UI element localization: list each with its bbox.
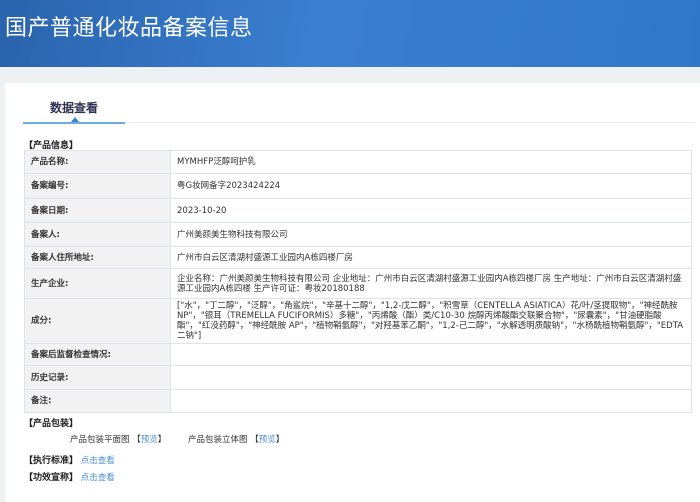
table-row: 产品名称: MYMHFP泛醇呵护乳 <box>24 150 692 174</box>
packaging-flat: 产品包装平面图 【预览】 <box>70 435 167 445</box>
row-value: 广州美颜美生物科技有限公司 <box>170 222 692 247</box>
table-row: 生产企业: 企业名称：广州美颜美生物科技有限公司 企业地址：广州市白云区清湖村盛源… <box>24 268 692 299</box>
row-value: MYMHFP泛醇呵护乳 <box>170 150 692 174</box>
row-value <box>170 365 692 390</box>
table-row: 备案后监督检查情况: <box>24 343 692 366</box>
row-value: ["水"，"丁二醇"，"泛醇"，"角鲨烷"，"辛基十二醇"，"1,2-戊二醇"，… <box>170 298 692 344</box>
standard-heading: 【执行标准】 <box>24 456 79 466</box>
packaging-solid-label: 产品包装立体图 <box>188 435 248 445</box>
packaging-solid: 产品包装立体图 【预览】 <box>188 435 285 445</box>
page-title: 国产普通化妆品备案信息 <box>5 16 253 41</box>
row-label: 成分: <box>24 298 171 344</box>
tab-data-view[interactable]: 数据查看 <box>50 99 98 116</box>
packaging-flat-label: 产品包装平面图 <box>70 435 130 445</box>
row-label: 备案编号: <box>24 173 171 199</box>
row-value <box>170 389 692 413</box>
standard-view-link[interactable]: 点击查看 <box>81 456 115 466</box>
product-info-table: 产品名称: MYMHFP泛醇呵护乳 备案编号: 粤G妆网备字2023424224 备案日… <box>24 150 692 413</box>
claims-heading: 【功效宣称】 <box>24 473 79 483</box>
table-row: 历史记录: <box>24 365 692 390</box>
row-label: 备案人住所地址: <box>24 246 171 269</box>
row-label: 产品名称: <box>24 150 171 174</box>
tab-divider <box>125 122 695 123</box>
row-value: 粤G妆网备字2023424224 <box>170 173 692 199</box>
content-panel: 数据查看 【产品信息】 产品名称: MYMHFP泛醇呵护乳 备案编号: 粤G妆网备字2… <box>5 83 700 502</box>
table-row: 备案日期: 2023-10-20 <box>24 198 692 223</box>
packaging-heading: 【产品包装】 <box>24 419 79 429</box>
table-row: 成分: ["水"，"丁二醇"，"泛醇"，"角鲨烷"，"辛基十二醇"，"1,2-戊二… <box>24 298 692 344</box>
table-row: 备案编号: 粤G妆网备字2023424224 <box>24 173 692 199</box>
row-value: 广州市白云区清湖村盛源工业园内A栋四楼厂房 <box>170 246 692 269</box>
row-label: 备注: <box>24 389 171 413</box>
page-header: 国产普通化妆品备案信息 <box>0 0 700 67</box>
tab-caret-icon <box>71 117 79 122</box>
table-row: 备案人住所地址: 广州市白云区清湖村盛源工业园内A栋四楼厂房 <box>24 246 692 269</box>
claims-view-link[interactable]: 点击查看 <box>81 473 115 483</box>
row-label: 备案人: <box>24 222 171 247</box>
row-value: 2023-10-20 <box>170 198 692 223</box>
row-label: 备案后监督检查情况: <box>24 343 171 366</box>
row-label: 历史记录: <box>24 365 171 390</box>
row-value <box>170 343 692 366</box>
row-label: 生产企业: <box>24 268 171 299</box>
table-row: 备案人: 广州美颜美生物科技有限公司 <box>24 222 692 247</box>
row-value: 企业名称：广州美颜美生物科技有限公司 企业地址：广州市白云区清湖村盛源工业园内A… <box>170 268 692 299</box>
packaging-flat-preview-link[interactable]: 预览 <box>141 435 158 445</box>
packaging-solid-preview-link[interactable]: 预览 <box>259 435 276 445</box>
row-label: 备案日期: <box>24 198 171 223</box>
table-row: 备注: <box>24 389 692 413</box>
tab-active-underline <box>23 122 125 124</box>
